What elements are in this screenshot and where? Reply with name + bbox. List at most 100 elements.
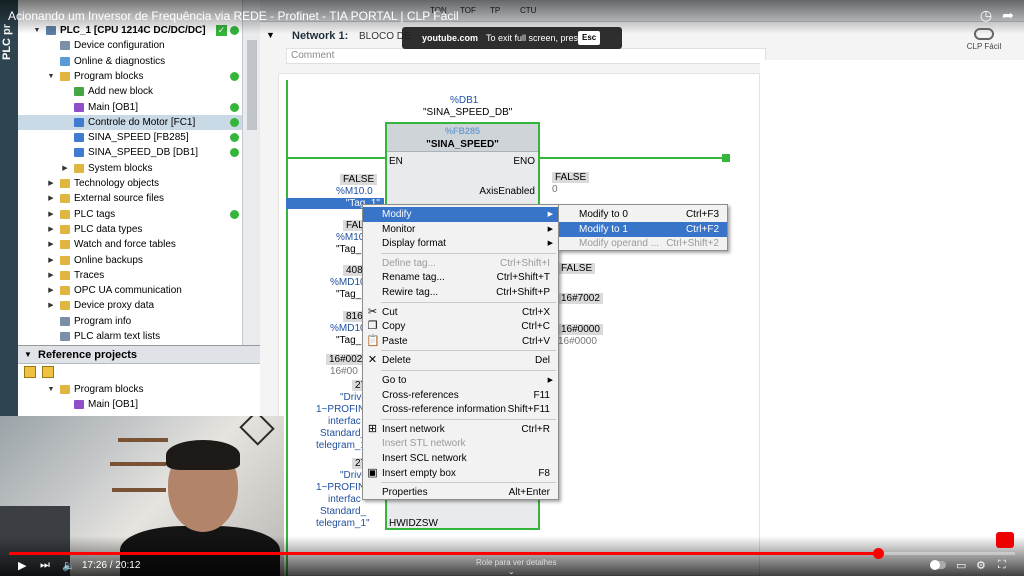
reference-tree-item[interactable]: Main [OB1] [18, 397, 248, 412]
tree-item[interactable]: ▶ Online backups [18, 253, 248, 268]
next-icon[interactable]: ⏭ [40, 559, 50, 572]
expand-right-icon[interactable]: ▶ [46, 283, 56, 298]
tree-item-label: Technology objects [74, 178, 160, 189]
expand-right-icon[interactable]: ▶ [46, 237, 56, 252]
reference-tree-item[interactable]: ▼ Program blocks [18, 382, 248, 397]
progress-bar[interactable] [9, 548, 1015, 559]
settings-gear-icon[interactable]: ⚙ [976, 559, 986, 572]
tag6-line4[interactable]: Standard_ [320, 428, 366, 439]
expand-down-icon[interactable]: ▼ [46, 69, 56, 84]
expand-right-icon[interactable]: ▶ [46, 222, 56, 237]
close-reference-icon[interactable] [42, 366, 54, 378]
tree-item[interactable]: ▶ Technology objects [18, 176, 248, 191]
modify-submenu[interactable]: Modify to 0 Ctrl+F3 Modify to 1 Ctrl+F2 Modi… [558, 204, 728, 251]
expand-right-icon[interactable]: ▶ [46, 207, 56, 222]
tag3-operand[interactable]: "Tag_ [336, 289, 361, 300]
expand-right-icon[interactable]: ▶ [46, 268, 56, 283]
menu-item[interactable]: Modify to 1 Ctrl+F2 [559, 221, 727, 237]
expand-down-icon[interactable]: ▼ [46, 382, 56, 397]
tree-item[interactable]: ▶ Device proxy data [18, 298, 248, 313]
menu-item[interactable]: Define tag... Ctrl+Shift+I [363, 256, 558, 271]
tag7-line3[interactable]: interfac [328, 494, 361, 505]
project-navigation-strip[interactable]: PLC pr [0, 0, 18, 416]
tree-item-icon [74, 117, 84, 127]
menu-item-label: Rewire tag... [382, 287, 439, 298]
expand-right-icon[interactable]: ▶ [60, 161, 70, 176]
menu-item[interactable]: 📋 Paste Ctrl+V [363, 334, 558, 349]
menu-item[interactable]: Modify to 0 Ctrl+F3 [559, 207, 727, 222]
menu-item[interactable]: ❐ Copy Ctrl+C [363, 319, 558, 334]
tag4-operand[interactable]: "Tag_ [336, 335, 361, 346]
subscribe-badge-icon[interactable] [996, 532, 1014, 548]
network-comment-field[interactable]: Comment [286, 48, 766, 64]
menu-item[interactable]: ✂ Cut Ctrl+X [363, 305, 558, 320]
open-reference-icon[interactable] [24, 366, 36, 378]
collapse-caret-icon[interactable]: ▼ [24, 346, 32, 364]
context-menu[interactable]: Modify ▶ Monitor ▶ Display format ▶ Define tag… [362, 204, 559, 500]
autoplay-toggle[interactable] [930, 560, 946, 570]
menu-item[interactable]: Rewire tag... Ctrl+Shift+P [363, 285, 558, 300]
tag7-line4[interactable]: Standard_ [320, 506, 366, 517]
function-block-name: "SINA_SPEED" [426, 139, 499, 150]
exit-fullscreen-icon[interactable]: ⛶ [998, 559, 1006, 572]
menu-item[interactable]: Modify ▶ [363, 207, 558, 222]
share-icon[interactable]: ➦ [1000, 7, 1016, 24]
watch-later-icon[interactable]: ◷ [978, 7, 994, 24]
menu-item[interactable]: ⊞ Insert network Ctrl+R [363, 422, 558, 437]
tree-item[interactable]: PLC alarm text lists [18, 329, 248, 344]
project-tree-scrollbar[interactable] [242, 0, 260, 345]
tree-item[interactable]: ▶ External source files [18, 191, 248, 206]
tree-item[interactable]: ▶ Watch and force tables [18, 237, 248, 252]
tag6-line3[interactable]: interfac [328, 416, 361, 427]
menu-item[interactable]: Properties Alt+Enter [363, 485, 558, 500]
scroll-hint[interactable]: Role para ver detalhes [476, 558, 557, 567]
expand-right-icon[interactable]: ▶ [46, 298, 56, 313]
tree-item[interactable]: Add new block [18, 84, 248, 99]
menu-item[interactable]: Insert SCL network [363, 451, 558, 466]
tree-item[interactable]: Program info [18, 314, 248, 329]
channel-watermark[interactable]: CLP Fácil [962, 28, 1006, 51]
play-icon[interactable]: ▶ [18, 559, 26, 572]
scrollbar-thumb[interactable] [247, 40, 257, 130]
project-tree[interactable]: ▼PLC_1 [CPU 1214C DC/DC/DC]✓Device confi… [18, 0, 260, 345]
volume-icon[interactable]: 🔈 [62, 559, 76, 572]
menu-item[interactable]: Display format ▶ [363, 236, 558, 251]
video-title[interactable]: Acionando um Inversor de Frequência via … [8, 9, 459, 23]
instance-db-name[interactable]: "SINA_SPEED_DB" [423, 107, 512, 118]
expand-right-icon[interactable]: ▶ [46, 176, 56, 191]
menu-item-label: Cross-references [382, 389, 459, 401]
tree-item[interactable]: ▶ PLC data types [18, 222, 248, 237]
menu-item[interactable]: ▣ Insert empty box F8 [363, 466, 558, 481]
tag2-operand[interactable]: "Tag_ [336, 244, 361, 255]
tree-item[interactable]: Device configuration [18, 38, 248, 53]
tree-item[interactable]: ▶ PLC tags [18, 207, 248, 222]
tree-item[interactable]: ▶ OPC UA communication [18, 283, 248, 298]
menu-item[interactable]: Rename tag... Ctrl+Shift+T [363, 270, 558, 285]
menu-item[interactable]: Insert STL network [363, 436, 558, 451]
menu-separator [381, 301, 556, 303]
tag7-line5[interactable]: telegram_1" [316, 518, 370, 529]
menu-item[interactable]: Cross-references F11 [363, 388, 558, 403]
menu-item-label: Insert SCL network [382, 453, 467, 464]
tag6-line5[interactable]: telegram_1 [316, 440, 366, 451]
expand-right-icon[interactable]: ▶ [46, 253, 56, 268]
reference-projects-header[interactable]: ▼ Reference projects [18, 346, 260, 364]
expand-right-icon[interactable]: ▶ [46, 191, 56, 206]
menu-item[interactable]: ✕ Delete Del [363, 353, 558, 368]
menu-item[interactable]: Modify operand ... Ctrl+Shift+2 [559, 236, 727, 251]
tree-item[interactable]: Online & diagnostics [18, 54, 248, 69]
tree-item[interactable]: SINA_SPEED_DB [DB1] [18, 145, 248, 160]
subtitles-icon[interactable]: ▭ [956, 559, 966, 572]
menu-item-shortcut: Ctrl+Shift+T [496, 272, 550, 284]
clipboard-icon: 📋 [366, 334, 380, 347]
tree-item[interactable]: ▼ Program blocks [18, 69, 248, 84]
tree-item[interactable]: Main [OB1] [18, 100, 248, 115]
menu-item[interactable]: Go to ▶ [363, 373, 558, 388]
tree-item[interactable]: ▶ System blocks [18, 161, 248, 176]
menu-item[interactable]: Cross-reference information Shift+F11 [363, 402, 558, 417]
tree-item[interactable]: ▶ Traces [18, 268, 248, 283]
tree-item[interactable]: Controle do Motor [FC1] [18, 114, 248, 130]
chevron-down-icon[interactable]: ⌄ [508, 567, 515, 576]
tree-item[interactable]: SINA_SPEED [FB285] [18, 130, 248, 145]
menu-item[interactable]: Monitor ▶ [363, 222, 558, 237]
